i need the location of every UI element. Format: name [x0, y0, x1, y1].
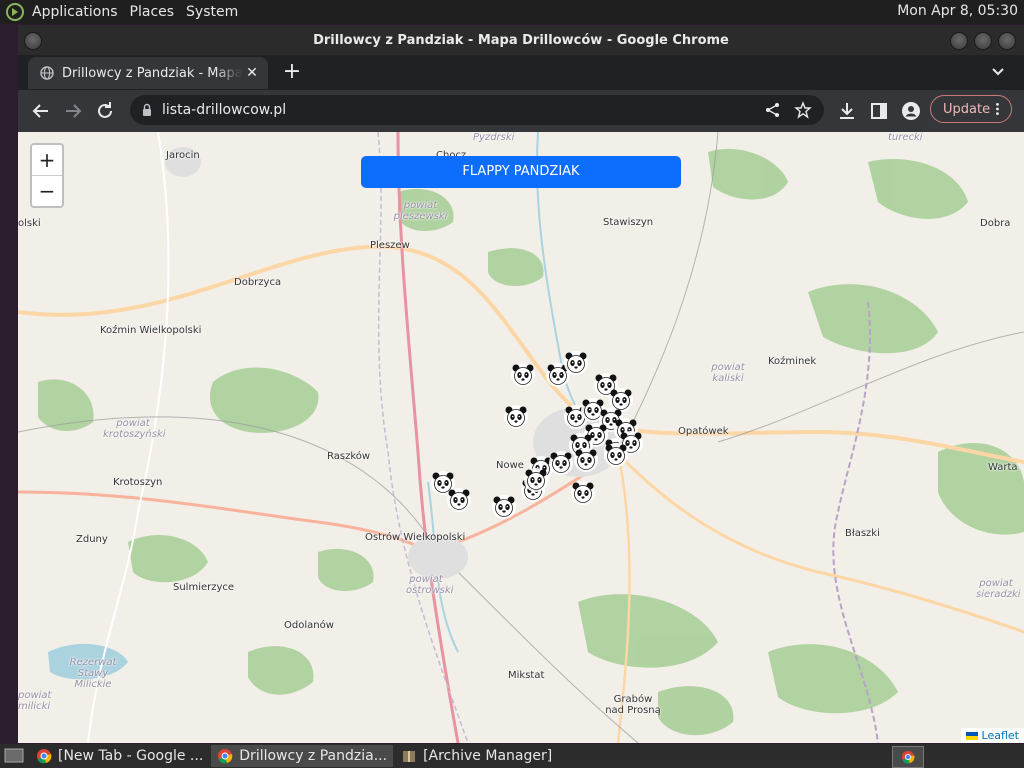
chrome-icon [901, 750, 915, 764]
place-label: Dobra [980, 218, 1011, 229]
place-label: powiat pleszewski [393, 200, 448, 222]
map-view[interactable]: Jarocin Chocz powiat pleszewski Stawiszy… [18, 132, 1024, 743]
place-label: Dobrzyca [234, 277, 282, 288]
minimize-icon[interactable] [950, 32, 968, 50]
panda-marker-icon[interactable] [446, 487, 472, 513]
taskbar: [New Tab - Google ... Drillowcy z Pandzi… [0, 744, 1024, 768]
taskbar-item-archive-manager[interactable]: [Archive Manager] [395, 745, 558, 767]
system-menu[interactable]: System [180, 4, 244, 20]
browser-toolbar: lista-drillowcow.pl Update [18, 90, 1024, 132]
place-label: Grabów nad Prosną [605, 694, 661, 716]
leaflet-link[interactable]: Leaflet [982, 729, 1019, 742]
clock[interactable]: Mon Apr 8, 05:30 [897, 3, 1018, 19]
panda-marker-icon[interactable] [503, 404, 529, 430]
panda-marker-icon[interactable] [510, 362, 536, 388]
zoom-control: + − [30, 143, 64, 208]
place-label: Pyzdrski [473, 132, 515, 143]
chrome-icon [37, 749, 52, 764]
top-panel: Applications Places System Mon Apr 8, 05… [0, 0, 1024, 24]
place-label: Zduny [76, 534, 108, 545]
place-label: Opatówek [678, 426, 729, 437]
place-label: Jarocin [166, 150, 200, 161]
panda-marker-icon[interactable] [523, 467, 549, 493]
panda-marker-icon[interactable] [491, 494, 517, 520]
kebab-menu-icon[interactable] [990, 101, 1005, 117]
applications-menu[interactable]: Applications [26, 4, 124, 20]
zoom-in-button[interactable]: + [32, 145, 62, 175]
tab-strip: Drillowcy z Pandziak - Mapa Drillowców ✕… [18, 55, 1024, 90]
place-label: powiat milicki [18, 690, 52, 712]
place-label: olski [18, 218, 41, 229]
place-label: Rezerwat Stawy Milickie [69, 657, 117, 690]
place-label: Pleszew [370, 240, 410, 251]
panda-marker-icon[interactable] [573, 447, 599, 473]
tab-close-icon[interactable]: ✕ [242, 65, 262, 81]
url-text: lista-drillowcow.pl [162, 102, 287, 118]
reload-icon[interactable] [94, 100, 116, 122]
places-menu[interactable]: Places [124, 4, 181, 20]
place-label: Ostrów Wielkopolski [365, 532, 466, 543]
place-label: Nowe [496, 460, 524, 471]
tab-drillowcy[interactable]: Drillowcy z Pandziak - Mapa Drillowców ✕ [28, 57, 268, 89]
show-desktop-icon[interactable] [4, 747, 24, 765]
archive-icon [403, 751, 416, 762]
taskbar-item-new-tab[interactable]: [New Tab - Google ... [30, 745, 209, 767]
window-title: Drillowcy z Pandziak - Mapa Drillowców -… [313, 33, 729, 48]
globe-icon [40, 66, 54, 80]
forward-arrow-icon[interactable] [62, 100, 84, 122]
taskbar-item-drillowcy[interactable]: Drillowcy z Pandzia... [211, 745, 394, 767]
place-label: Błaszki [845, 528, 880, 539]
update-label: Update [943, 101, 991, 117]
address-bar[interactable]: lista-drillowcow.pl [130, 95, 824, 125]
taskbar-label: [New Tab - Google ... [58, 748, 204, 764]
share-icon[interactable] [764, 101, 782, 119]
lock-icon[interactable] [140, 103, 154, 117]
taskbar-label: [Archive Manager] [423, 748, 553, 764]
distro-logo-icon[interactable] [6, 3, 24, 21]
side-panel-icon[interactable] [868, 100, 890, 122]
tab-title: Drillowcy z Pandziak - Mapa Drillowców [62, 65, 242, 81]
place-label: Koźmin Wielkopolski [100, 325, 202, 336]
download-icon[interactable] [836, 100, 858, 122]
panda-marker-icon[interactable] [563, 350, 589, 376]
place-label: Krotoszyn [113, 477, 163, 488]
profile-avatar-icon[interactable] [900, 100, 922, 122]
place-label: Stawiszyn [603, 217, 654, 228]
place-label: Odolanów [284, 620, 334, 631]
panda-marker-icon[interactable] [603, 442, 629, 468]
bookmark-star-icon[interactable] [794, 101, 812, 119]
maximize-icon[interactable] [974, 32, 992, 50]
place-label: Warta [988, 462, 1018, 473]
taskbar-label: Drillowcy z Pandzia... [239, 748, 388, 764]
flappy-pandziak-button[interactable]: FLAPPY PANDZIAK [361, 156, 681, 188]
place-label: Mikstat [508, 670, 545, 681]
new-tab-button[interactable]: + [280, 59, 304, 84]
close-window-icon[interactable] [998, 32, 1016, 50]
place-label: turecki [888, 132, 923, 143]
chrome-icon [218, 749, 233, 764]
ukraine-flag-icon [965, 732, 978, 740]
workspace-switcher[interactable] [892, 746, 924, 768]
place-label: powiat krotoszyński [103, 418, 166, 440]
update-button[interactable]: Update [930, 95, 1012, 123]
tab-search-chevron-icon[interactable] [990, 63, 1006, 79]
place-label: powiat ostrowski [406, 574, 454, 596]
browser-window: Drillowcy z Pandziak - Mapa Drillowców -… [18, 25, 1024, 743]
place-label: powiat kaliski [711, 362, 745, 384]
map-attribution: Leaflet [960, 728, 1024, 743]
place-label: powiat sieradzki [976, 578, 1021, 600]
place-label: Sulmierzyce [173, 582, 235, 593]
window-titlebar[interactable]: Drillowcy z Pandziak - Mapa Drillowców -… [18, 25, 1024, 55]
place-label: Koźminek [768, 356, 817, 367]
zoom-out-button[interactable]: − [32, 176, 62, 206]
map-tiles[interactable] [18, 132, 1024, 743]
place-label: Raszków [327, 451, 371, 462]
window-menu-icon[interactable] [24, 32, 42, 50]
panda-marker-icon[interactable] [548, 450, 574, 476]
back-arrow-icon[interactable] [30, 100, 52, 122]
panda-marker-icon[interactable] [570, 480, 596, 506]
